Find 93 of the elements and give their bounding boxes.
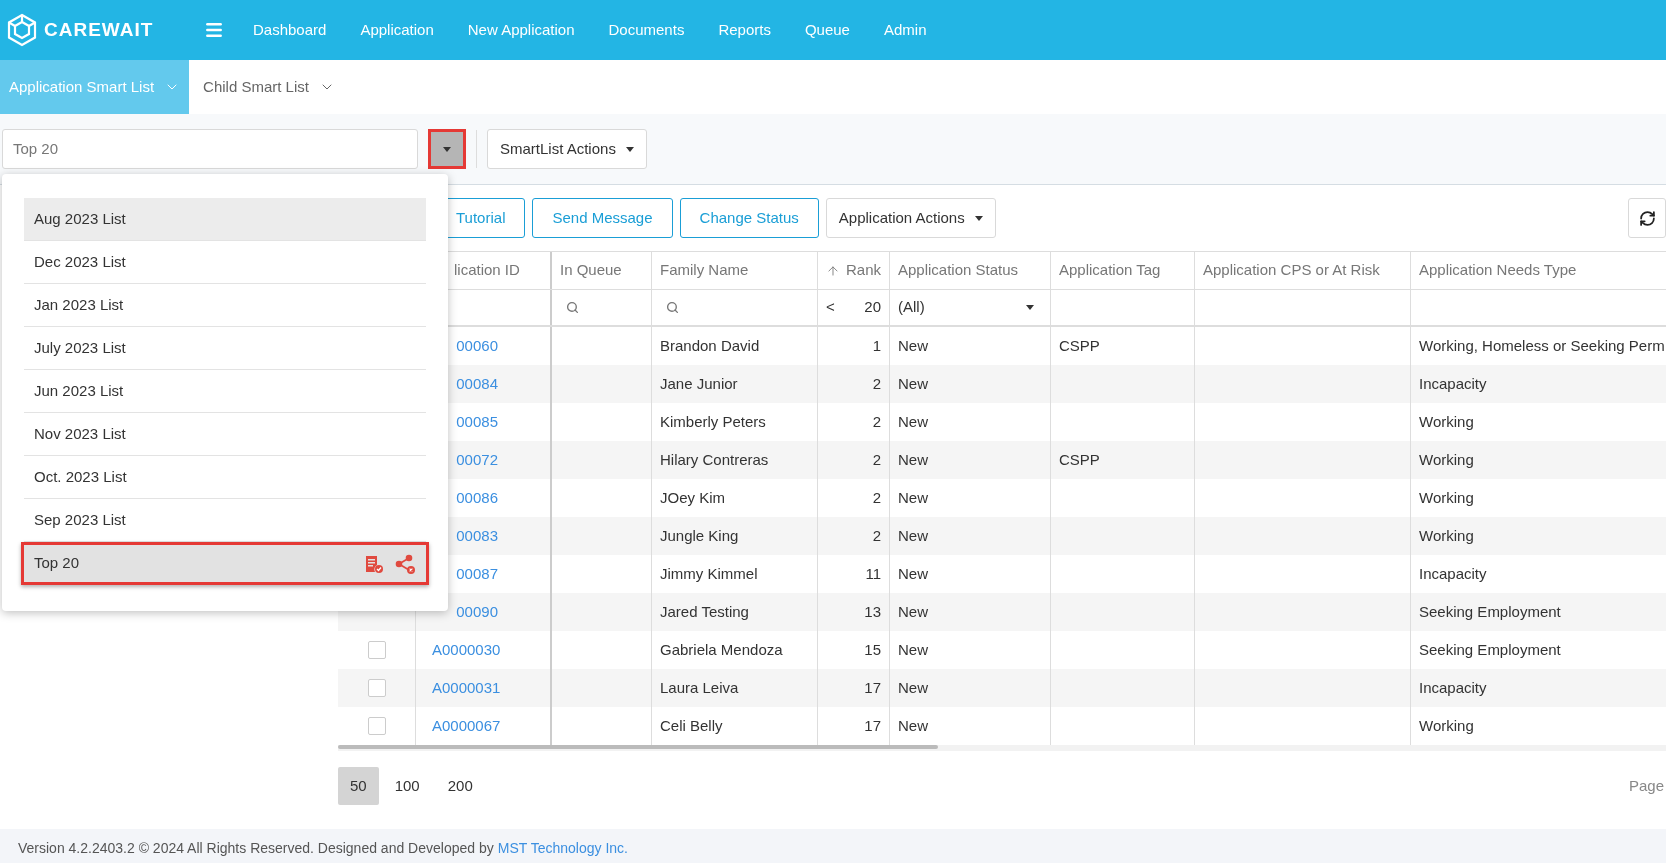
column-header[interactable]: Application Tag: [1051, 252, 1195, 289]
table-row[interactable]: 00090 Jared Testing 13 New Seeking Employment: [338, 593, 1666, 631]
page-label: Page: [1628, 775, 1665, 796]
smartlist-field[interactable]: Top 20: [2, 129, 418, 169]
table-cell-text: 15: [864, 639, 881, 660]
table-cell-text: Jimmy Kimmel: [660, 563, 758, 584]
menu-icon[interactable]: [204, 20, 224, 40]
table-cell-text: Working, Homeless or Seeking Perm: [1419, 335, 1665, 356]
column-header[interactable]: In Queue: [552, 252, 652, 289]
table-cell-text: New: [898, 525, 928, 546]
table-cell-text: 2: [872, 487, 881, 508]
table-cell-text: Working: [1419, 411, 1474, 432]
footer-text: Version 4.2.2403.2 © 2024 All Rights Reserved. Designed and Developed by: [18, 839, 494, 858]
table-cell-text: Incapacity: [1419, 563, 1487, 584]
caret-icon: [443, 146, 451, 152]
action-button[interactable]: Change Status: [679, 198, 819, 238]
table-cell-text: Working: [1419, 525, 1474, 546]
table-cell-text: New: [898, 639, 928, 660]
column-header[interactable]: Rank: [818, 252, 890, 289]
table-cell-text: Working: [1419, 715, 1474, 736]
table-cell-text: Seeking Employment: [1419, 601, 1561, 622]
table-cell-text: 2: [872, 373, 881, 394]
application-id-link[interactable]: A0000067: [432, 714, 498, 738]
logo-text: CAREWAIT: [44, 17, 154, 42]
table-cell-text: Brandon David: [660, 335, 760, 356]
table-cell-text: Incapacity: [1419, 373, 1487, 394]
page-size-button[interactable]: 100: [382, 767, 432, 805]
table-cell-text: New: [898, 563, 928, 584]
table-cell-text: 11: [865, 563, 881, 584]
table-cell-text: 17: [864, 677, 881, 698]
application-id-link[interactable]: A0000030: [432, 638, 498, 662]
caret-icon: [1026, 305, 1034, 310]
row-checkbox[interactable]: [367, 679, 386, 697]
table-cell-text: Working: [1419, 449, 1474, 470]
filter-operator[interactable]: <: [826, 296, 835, 319]
row-checkbox[interactable]: [367, 717, 386, 735]
table-cell-text: CSPP: [1059, 335, 1100, 356]
table-row[interactable]: A0000031 Laura Leiva 17 New Incapacity: [338, 669, 1666, 707]
table-cell-text: 1: [872, 335, 881, 356]
table-cell-text: Jungle King: [660, 525, 739, 546]
table-cell-text: Gabriela Mendoza: [660, 639, 783, 660]
table-cell-text: New: [898, 373, 928, 394]
dropdown-button[interactable]: [428, 129, 466, 169]
table-cell-text: 13: [864, 601, 881, 622]
application-id-link[interactable]: A0000031: [432, 676, 498, 700]
caret-icon: [625, 146, 634, 152]
table-cell-text: New: [898, 449, 928, 470]
table-cell-text: JOey Kim: [660, 487, 725, 508]
page-size-button[interactable]: 50: [338, 767, 379, 805]
table-cell-text: Laura Leiva: [660, 677, 739, 698]
table-cell-text: New: [898, 601, 928, 622]
table-cell-text: 2: [872, 411, 881, 432]
company-link[interactable]: MST Technology Inc.: [497, 838, 628, 859]
table-cell-text: Seeking Employment: [1419, 639, 1561, 660]
smartlist-actions-button[interactable]: SmartList Actions: [487, 129, 647, 169]
application-id-link[interactable]: 00090: [432, 600, 498, 624]
row-checkbox[interactable]: [367, 641, 386, 659]
column-header[interactable]: Application CPS or At Risk: [1195, 252, 1411, 289]
table-cell-text: 2: [872, 449, 881, 470]
table-cell-text: Working: [1419, 487, 1474, 508]
action-button[interactable]: Send Message: [532, 198, 673, 238]
table-cell-text: New: [898, 715, 928, 736]
search-icon[interactable]: [666, 301, 679, 314]
status-filter-select[interactable]: (All): [890, 290, 1051, 325]
scrollbar[interactable]: [338, 745, 938, 749]
column-header[interactable]: Family Name: [652, 252, 818, 289]
refresh-icon: [1638, 209, 1656, 227]
table-cell-text: Hilary Contreras: [660, 449, 769, 470]
search-icon[interactable]: [566, 301, 579, 314]
table-cell-text: New: [898, 487, 928, 508]
refresh-button[interactable]: [1628, 198, 1666, 238]
share-icon[interactable]: [394, 553, 416, 574]
application-actions-button[interactable]: Application Actions: [825, 198, 996, 238]
table-cell-text: Kimberly Peters: [660, 411, 766, 432]
list-check-icon[interactable]: [364, 553, 384, 574]
logo-icon: [6, 13, 38, 47]
caret-icon: [974, 215, 983, 221]
page-size-button[interactable]: 200: [435, 767, 485, 805]
list-item[interactable]: Aug 2023 List: [24, 198, 426, 241]
column-header[interactable]: Application Status: [890, 252, 1051, 289]
table-cell-text: New: [898, 411, 928, 432]
table-cell-text: Incapacity: [1419, 677, 1487, 698]
table-cell-text: CSPP: [1059, 449, 1100, 470]
table-cell-text: Jane Junior: [660, 373, 738, 394]
rank-filter-value[interactable]: 20: [864, 296, 881, 319]
table-cell-text: Celi Belly: [660, 715, 723, 736]
table-cell-text: 2: [872, 525, 881, 546]
table-cell-text: Jared Testing: [660, 601, 749, 622]
table-cell-text: New: [898, 677, 928, 698]
column-header[interactable]: Application Needs Type: [1411, 252, 1666, 289]
table-cell-text: 17: [864, 715, 881, 736]
table-cell-text: New: [898, 335, 928, 356]
list-item[interactable]: Top 20: [21, 542, 429, 585]
